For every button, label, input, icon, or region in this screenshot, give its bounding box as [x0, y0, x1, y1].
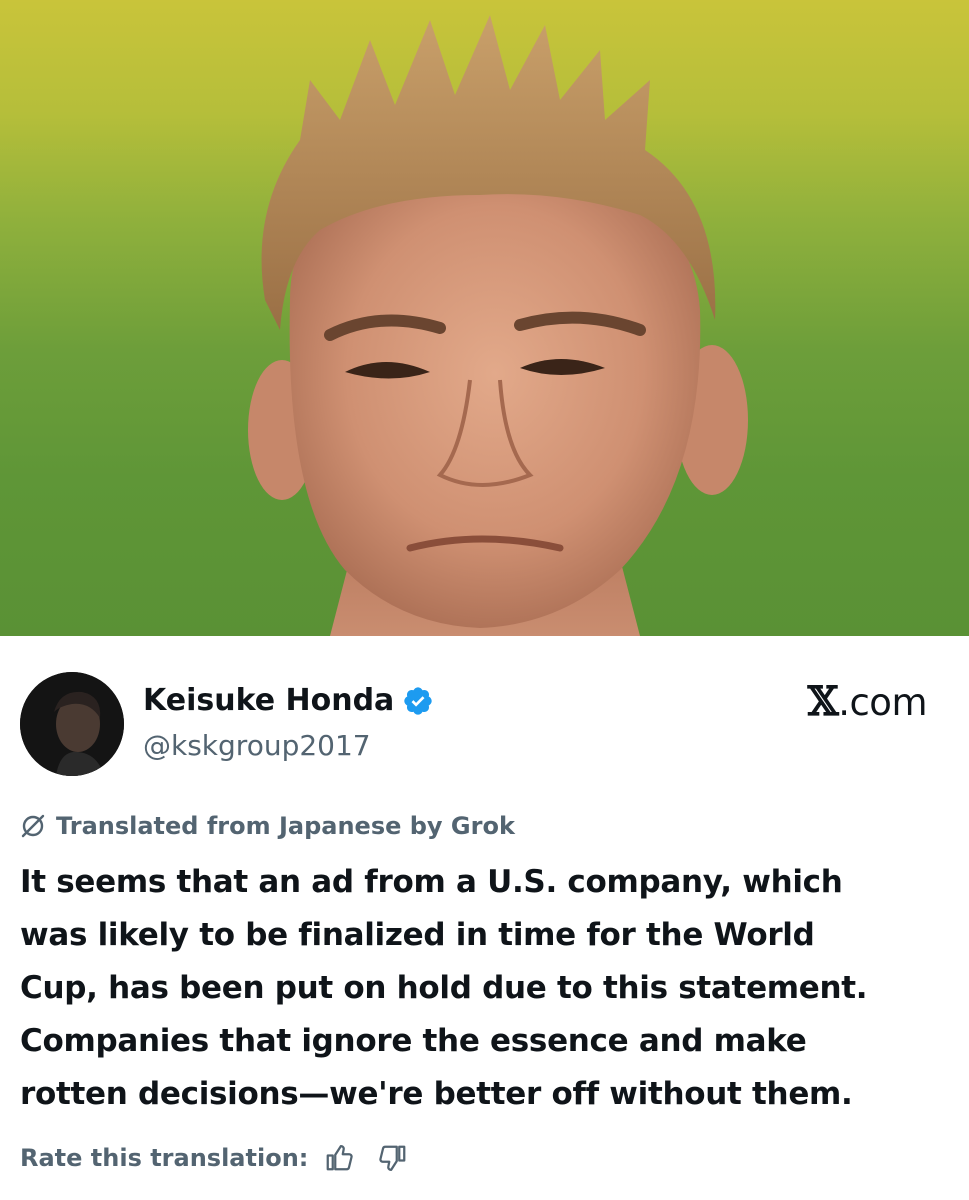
- translation-label: Translated from Japanese by Grok: [56, 812, 515, 840]
- translation-attribution: Translated from Japanese by Grok: [20, 808, 515, 844]
- thumbs-up-button[interactable]: [322, 1141, 356, 1175]
- avatar-image: [20, 672, 124, 776]
- rate-translation-label: Rate this translation:: [20, 1144, 309, 1172]
- x-logo-icon: 𝕏: [807, 678, 839, 725]
- thumbs-down-button[interactable]: [376, 1141, 410, 1175]
- verified-badge-icon: [404, 687, 432, 715]
- author-avatar[interactable]: [20, 672, 124, 776]
- x-com-brand: 𝕏.com: [807, 678, 928, 725]
- tweet-body: It seems that an ad from a U.S. company,…: [20, 864, 868, 1112]
- author-display-name[interactable]: Keisuke Honda: [143, 682, 434, 720]
- rate-translation-row: Rate this translation:: [20, 1140, 410, 1176]
- thumbs-up-icon: [327, 1145, 354, 1171]
- player-portrait: [248, 15, 748, 636]
- brand-suffix: .com: [838, 681, 927, 724]
- post-image[interactable]: [0, 0, 969, 636]
- author-handle[interactable]: @kskgroup2017: [143, 727, 371, 765]
- author-name-text: Keisuke Honda: [143, 683, 395, 718]
- grok-icon: [21, 814, 45, 838]
- thumbs-down-icon: [379, 1145, 406, 1171]
